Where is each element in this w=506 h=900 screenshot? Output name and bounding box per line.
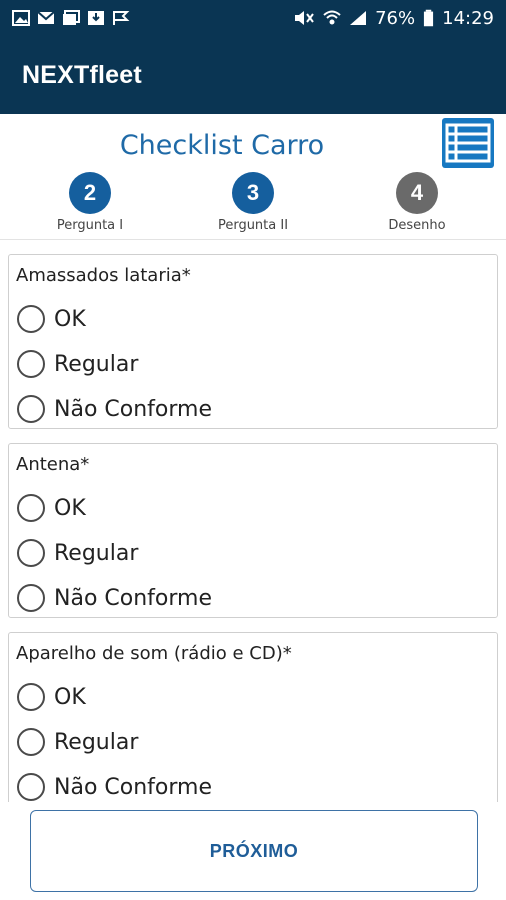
system-status: 76% 14:29 <box>293 8 494 29</box>
question-label: Aparelho de som (rádio e CD)* <box>16 643 292 664</box>
battery-icon <box>424 9 434 27</box>
step-number: 2 <box>69 172 111 214</box>
checklist-header: Checklist Carro 2 Pergunta I 3 Pergunta … <box>0 114 506 240</box>
question-card: Aparelho de som (rádio e CD)* OK Regular… <box>8 632 498 802</box>
list-menu-button[interactable] <box>442 118 494 168</box>
radio-button[interactable] <box>17 395 45 423</box>
question-label: Amassados lataria* <box>16 265 191 286</box>
status-bar: 76% 14:29 <box>0 0 506 36</box>
radio-button[interactable] <box>17 305 45 333</box>
step-label: Pergunta II <box>217 218 289 233</box>
flag-notification-icon <box>113 11 130 25</box>
question-card: Antena* OK Regular Não Conforme <box>8 443 498 618</box>
option-nao-conforme[interactable]: Não Conforme <box>17 582 212 614</box>
question-label: Antena* <box>16 454 90 475</box>
next-button[interactable]: PRÓXIMO <box>30 810 478 892</box>
option-ok[interactable]: OK <box>17 492 86 524</box>
radio-button[interactable] <box>17 584 45 612</box>
option-label: Não Conforme <box>54 396 212 422</box>
app-title: NEXTfleet <box>22 60 142 89</box>
radio-button[interactable] <box>17 683 45 711</box>
mail-notification-icon <box>37 11 55 24</box>
option-label: Não Conforme <box>54 774 212 800</box>
option-label: Não Conforme <box>54 585 212 611</box>
footer: PRÓXIMO <box>0 802 506 900</box>
option-label: Regular <box>54 729 139 755</box>
clock: 14:29 <box>442 7 494 29</box>
option-regular[interactable]: Regular <box>17 537 138 569</box>
step-label: Pergunta I <box>56 218 124 233</box>
step-number: 3 <box>232 172 274 214</box>
option-label: OK <box>54 306 86 332</box>
step-number: 4 <box>396 172 438 214</box>
option-ok[interactable]: OK <box>17 303 86 335</box>
list-icon <box>445 123 491 163</box>
radio-button[interactable] <box>17 728 45 756</box>
image-notification-icon <box>12 10 30 26</box>
option-ok[interactable]: OK <box>17 681 86 713</box>
app-bar: NEXTfleet <box>0 36 506 114</box>
wifi-icon <box>323 10 341 25</box>
step-label: Desenho <box>388 218 446 233</box>
option-label: OK <box>54 684 86 710</box>
questions-list[interactable]: Amassados lataria* OK Regular Não Confor… <box>0 240 506 802</box>
step-pergunta-1[interactable]: 2 Pergunta I <box>30 172 150 233</box>
option-label: OK <box>54 495 86 521</box>
step-pergunta-2[interactable]: 3 Pergunta II <box>193 172 313 233</box>
step-desenho[interactable]: 4 Desenho <box>357 172 477 233</box>
radio-button[interactable] <box>17 539 45 567</box>
download-notification-icon <box>88 11 104 25</box>
option-nao-conforme[interactable]: Não Conforme <box>17 393 212 425</box>
page-title: Checklist Carro <box>119 130 325 161</box>
question-card: Amassados lataria* OK Regular Não Confor… <box>8 254 498 429</box>
gallery-notification-icon <box>63 10 80 25</box>
notification-icons <box>12 10 130 26</box>
option-regular[interactable]: Regular <box>17 348 138 380</box>
option-label: Regular <box>54 351 139 377</box>
radio-button[interactable] <box>17 494 45 522</box>
option-regular[interactable]: Regular <box>17 726 138 758</box>
radio-button[interactable] <box>17 350 45 378</box>
mute-icon <box>295 11 314 25</box>
option-label: Regular <box>54 540 139 566</box>
battery-percentage: 76% <box>375 7 416 29</box>
signal-icon <box>350 11 367 25</box>
radio-button[interactable] <box>17 773 45 801</box>
option-nao-conforme[interactable]: Não Conforme <box>17 771 212 802</box>
